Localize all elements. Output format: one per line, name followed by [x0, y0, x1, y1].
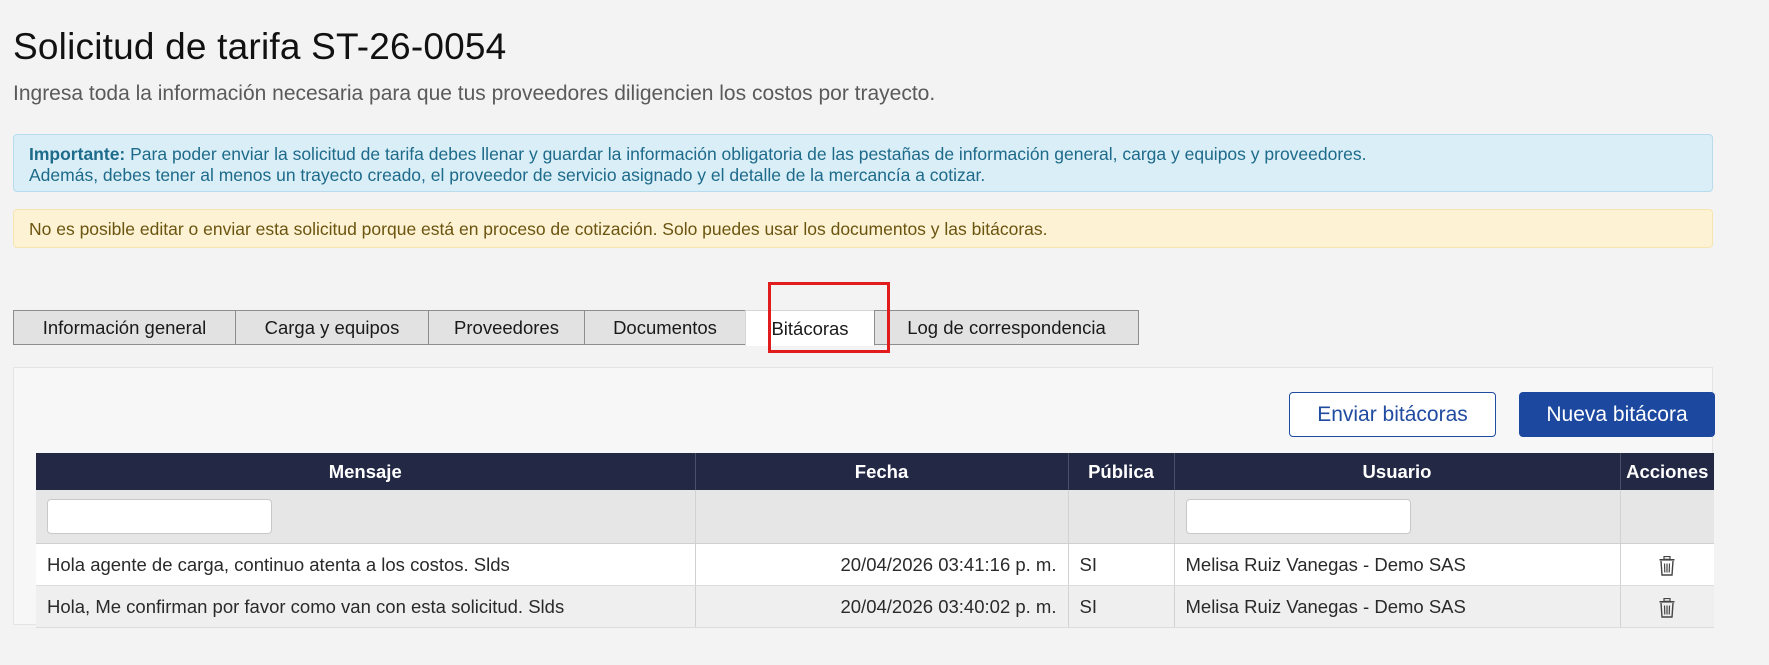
- tab-documentos[interactable]: Documentos: [584, 310, 746, 345]
- cell-publica: SI: [1068, 543, 1175, 586]
- usuario-filter-input[interactable]: [1185, 499, 1411, 534]
- filter-row: [36, 490, 1714, 544]
- tab-informacion-general[interactable]: Información general: [13, 310, 236, 345]
- column-header-mensaje[interactable]: Mensaje: [36, 453, 696, 490]
- tab-log-correspondencia[interactable]: Log de correspondencia: [874, 310, 1139, 345]
- bitacoras-table: Mensaje Fecha Pública Usuario Acciones H…: [36, 453, 1714, 628]
- info-alert-text-1: Para poder enviar la solicitud de tarifa…: [125, 144, 1367, 164]
- filter-cell-fecha: [695, 490, 1069, 544]
- trash-icon[interactable]: [1659, 555, 1675, 576]
- cell-publica: SI: [1068, 585, 1175, 628]
- cell-acciones: [1620, 543, 1714, 586]
- page-title: Solicitud de tarifa ST-26-0054: [13, 26, 507, 67]
- bitacoras-panel: Enviar bitácoras Nueva bitácora Mensaje …: [13, 367, 1715, 628]
- cell-fecha: 20/04/2026 03:40:02 p. m.: [695, 585, 1069, 628]
- send-bitacoras-button[interactable]: Enviar bitácoras: [1289, 392, 1496, 437]
- tab-carga-equipos[interactable]: Carga y equipos: [235, 310, 429, 345]
- column-header-acciones: Acciones: [1620, 453, 1714, 490]
- tab-bitacoras[interactable]: Bitácoras: [745, 310, 875, 346]
- cell-fecha: 20/04/2026 03:41:16 p. m.: [695, 543, 1069, 586]
- cell-acciones: [1620, 585, 1714, 628]
- warning-alert: No es posible editar o enviar esta solic…: [13, 209, 1713, 248]
- mensaje-filter-input[interactable]: [47, 499, 272, 534]
- trash-icon[interactable]: [1659, 597, 1675, 618]
- column-header-fecha[interactable]: Fecha: [695, 453, 1069, 490]
- page-subtitle: Ingresa toda la información necesaria pa…: [13, 82, 936, 105]
- cell-usuario: Melisa Ruiz Vanegas - Demo SAS: [1174, 543, 1621, 586]
- table-row: Hola agente de carga, continuo atenta a …: [36, 543, 1714, 586]
- column-header-publica[interactable]: Pública: [1068, 453, 1175, 490]
- cell-mensaje: Hola, Me confirman por favor como van co…: [36, 585, 696, 628]
- info-alert-line-2: Además, debes tener al menos un trayecto…: [29, 165, 986, 185]
- info-alert: Importante: Para poder enviar la solicit…: [13, 134, 1713, 192]
- column-header-usuario[interactable]: Usuario: [1174, 453, 1621, 490]
- tab-proveedores[interactable]: Proveedores: [428, 310, 585, 345]
- cell-mensaje: Hola agente de carga, continuo atenta a …: [36, 543, 696, 586]
- filter-cell-acciones: [1620, 490, 1714, 544]
- table-row: Hola, Me confirman por favor como van co…: [36, 585, 1714, 628]
- filter-cell-publica: [1068, 490, 1175, 544]
- filter-cell-mensaje: [36, 490, 696, 544]
- info-alert-line-1: Importante: Para poder enviar la solicit…: [29, 144, 1697, 165]
- filter-cell-usuario: [1174, 490, 1621, 544]
- new-bitacora-button[interactable]: Nueva bitácora: [1519, 392, 1715, 437]
- info-alert-strong: Importante:: [29, 144, 126, 164]
- table-header-row: Mensaje Fecha Pública Usuario Acciones: [36, 453, 1714, 490]
- cell-usuario: Melisa Ruiz Vanegas - Demo SAS: [1174, 585, 1621, 628]
